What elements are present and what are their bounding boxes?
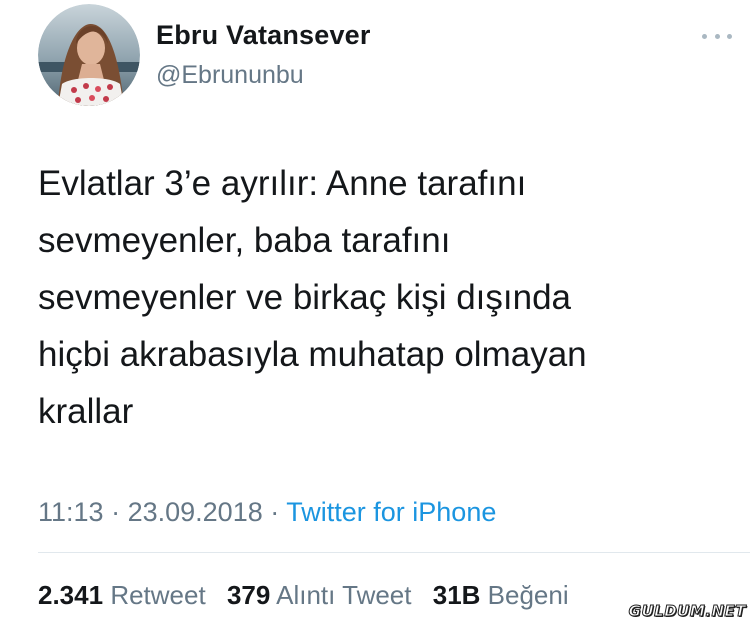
tweet-header: Ebru Vatansever @Ebrununbu xyxy=(38,4,738,108)
avatar-photo xyxy=(38,4,140,106)
meta-separator: · xyxy=(111,497,121,527)
like-count: 31B xyxy=(432,580,481,610)
display-name[interactable]: Ebru Vatansever xyxy=(156,20,371,51)
tweet-meta: 11:13 · 23.09.2018 · Twitter for iPhone xyxy=(38,497,496,528)
avatar[interactable] xyxy=(38,4,140,106)
tweet-stats: 2.341 Retweet 379 Alıntı Tweet 31B Beğen… xyxy=(38,580,569,611)
tweet-date[interactable]: 23.09.2018 xyxy=(128,497,263,527)
retweet-label: Retweet xyxy=(110,580,206,610)
quote-count: 379 xyxy=(226,580,271,610)
tweet-text: Evlatlar 3’e ayrılır: Anne tarafını sevm… xyxy=(38,164,587,431)
retweet-stat[interactable]: 2.341 Retweet xyxy=(38,580,206,610)
quote-tweet-stat[interactable]: 379 Alıntı Tweet xyxy=(227,580,412,610)
meta-separator: · xyxy=(270,497,280,527)
more-dot xyxy=(702,33,707,39)
more-dot xyxy=(714,33,720,39)
user-names: Ebru Vatansever @Ebrununbu xyxy=(156,20,371,90)
more-horizontal-icon[interactable] xyxy=(702,28,732,44)
like-stat[interactable]: 31B Beğeni xyxy=(433,580,569,610)
user-handle[interactable]: @Ebrununbu xyxy=(156,61,371,90)
watermark: GULDUM.NET xyxy=(628,602,746,621)
more-dot xyxy=(727,33,732,39)
like-label: Beğeni xyxy=(487,580,569,610)
divider xyxy=(38,552,750,553)
tweet-card: Ebru Vatansever @Ebrununbu Evlatlar 3’e … xyxy=(0,0,750,625)
retweet-count: 2.341 xyxy=(38,580,104,610)
tweet-time[interactable]: 11:13 xyxy=(38,497,104,527)
quote-label: Alıntı Tweet xyxy=(276,580,412,610)
tweet-source-link[interactable]: Twitter for iPhone xyxy=(286,497,496,527)
